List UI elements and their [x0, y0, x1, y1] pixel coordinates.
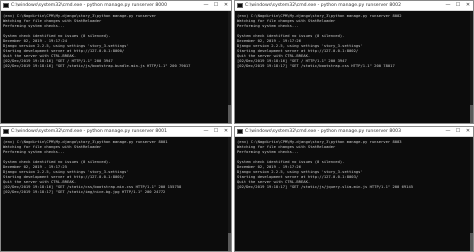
scrollbar-thumb[interactable] [228, 105, 231, 123]
cmd-icon [3, 129, 9, 134]
console-output[interactable]: (env) C:\Nagdirtin\CPM\My-django\story_3… [235, 11, 473, 68]
maximize-button[interactable]: ☐ [211, 1, 221, 10]
vertical-scrollbar[interactable] [470, 11, 473, 123]
maximize-button[interactable]: ☐ [453, 1, 463, 10]
console-line: [02/Dec/2019 19:18:17] "GET /static/boot… [237, 63, 395, 68]
console-line: [02/Dec/2019 19:18:17] "GET /static/js/j… [237, 184, 414, 189]
cmd-icon [3, 3, 9, 8]
window-title: C:\windows\system32\cmd.exe - python man… [245, 3, 402, 8]
console-line: [02/Dec/2019 19:18:17] "GET /static/img/… [3, 189, 166, 194]
minimize-button[interactable]: — [443, 127, 453, 136]
minimize-button[interactable]: — [201, 1, 211, 10]
terminal-window-8000[interactable]: C:\windows\system32\cmd.exe - python man… [0, 0, 232, 124]
scrollbar-thumb[interactable] [470, 105, 473, 123]
window-title: C:\windows\system32\cmd.exe - python man… [11, 3, 168, 8]
close-button[interactable]: ✕ [463, 1, 473, 10]
scrollbar-thumb[interactable] [470, 233, 473, 251]
vertical-scrollbar[interactable] [470, 137, 473, 251]
window-titlebar[interactable]: C:\windows\system32\cmd.exe - python man… [1, 127, 231, 137]
window-title: C:\windows\system32\cmd.exe - python man… [11, 129, 168, 134]
terminal-window-8003[interactable]: C:\windows\system32\cmd.exe - python man… [234, 126, 474, 252]
window-titlebar[interactable]: C:\windows\system32\cmd.exe - python man… [235, 127, 473, 137]
terminal-window-8002[interactable]: C:\windows\system32\cmd.exe - python man… [234, 0, 474, 124]
close-button[interactable]: ✕ [221, 1, 231, 10]
console-output[interactable]: (env) C:\Nagdirtin\CPM\My-django\story_3… [1, 11, 231, 68]
console-output[interactable]: (env) C:\Nagdirtin\CPM\My-django\story_3… [1, 137, 231, 194]
console-line: [02/Dec/2019 19:18:16] "GET /static/js/b… [3, 63, 191, 68]
scrollbar-thumb[interactable] [228, 233, 231, 251]
terminal-window-8001[interactable]: C:\windows\system32\cmd.exe - python man… [0, 126, 232, 252]
maximize-button[interactable]: ☐ [211, 127, 221, 136]
console-output[interactable]: (env) C:\Nagdirtin\CPM\My-django\story_3… [235, 137, 473, 189]
window-titlebar[interactable]: C:\windows\system32\cmd.exe - python man… [1, 1, 231, 11]
minimize-button[interactable]: — [201, 127, 211, 136]
maximize-button[interactable]: ☐ [453, 127, 463, 136]
close-button[interactable]: ✕ [221, 127, 231, 136]
vertical-scrollbar[interactable] [228, 11, 231, 123]
minimize-button[interactable]: — [443, 1, 453, 10]
cmd-icon [237, 3, 243, 8]
close-button[interactable]: ✕ [463, 127, 473, 136]
window-titlebar[interactable]: C:\windows\system32\cmd.exe - python man… [235, 1, 473, 11]
vertical-scrollbar[interactable] [228, 137, 231, 251]
cmd-icon [237, 129, 243, 134]
window-title: C:\windows\system32\cmd.exe - python man… [245, 129, 402, 134]
